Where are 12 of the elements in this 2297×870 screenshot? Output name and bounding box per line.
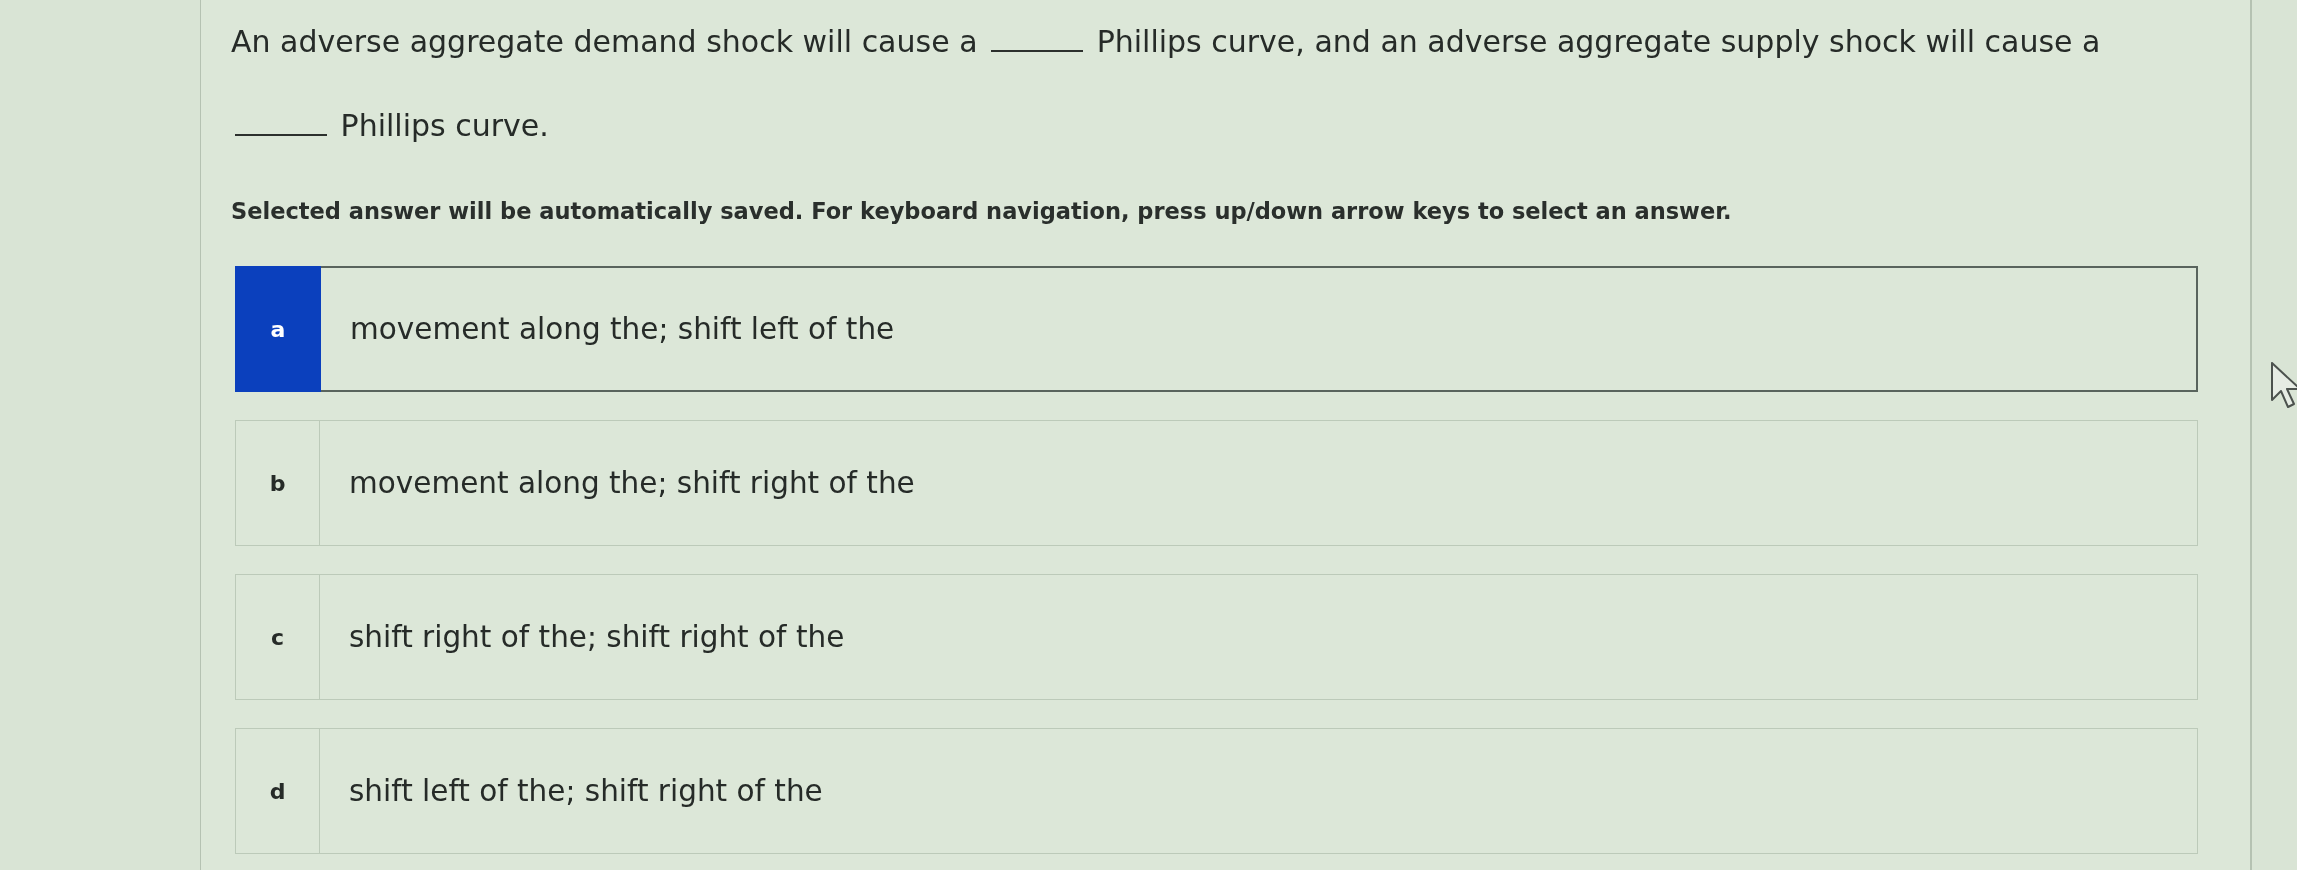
answer-option[interactable]: c shift right of the; shift right of the xyxy=(235,574,2198,700)
answer-option[interactable]: b movement along the; shift right of the xyxy=(235,420,2198,546)
option-letter: b xyxy=(236,421,320,545)
answer-option[interactable]: d shift left of the; shift right of the xyxy=(235,728,2198,854)
question-text: An adverse aggregate demand shock will cause a xyxy=(231,24,978,59)
option-letter: c xyxy=(236,575,320,699)
instruction-text: Selected answer will be automatically saved. For keyboard navigation, press up/down arrow keys to select an answer. xyxy=(231,197,1732,226)
option-letter: d xyxy=(236,729,320,853)
answer-option[interactable]: a movement along the; shift left of the xyxy=(235,266,2198,392)
option-letter: a xyxy=(235,266,321,392)
question-text: Phillips curve, and an adverse aggregate supply shock will cause a xyxy=(1096,24,2101,59)
question-text: Phillips curve. xyxy=(340,108,549,143)
